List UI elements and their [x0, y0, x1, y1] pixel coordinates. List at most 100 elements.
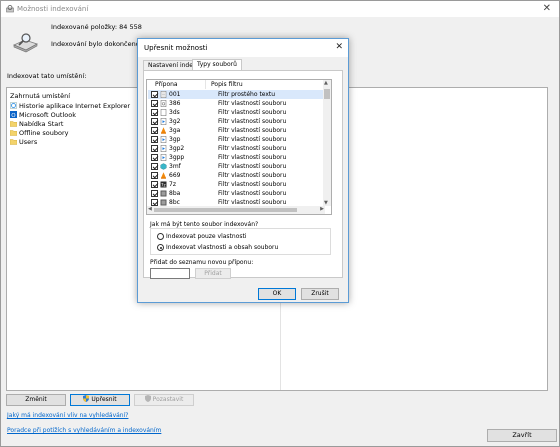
folder-icon	[10, 121, 17, 127]
add-button-label: Přidat	[204, 270, 222, 277]
window-close-icon[interactable]: ✕	[543, 3, 551, 14]
file-type-extension: 8ba	[169, 190, 181, 197]
file-type-row[interactable]: 001 Filtr prostého textu	[148, 90, 323, 99]
window-titlebar: Možnosti indexování ✕	[1, 1, 559, 17]
pause-button-label: Pozastavit	[152, 396, 184, 403]
file-type-checkbox[interactable]	[151, 91, 158, 98]
vertical-scroll-thumb[interactable]	[324, 89, 330, 99]
file-type-filter: Filtr vlastností souboru	[218, 136, 287, 143]
system-file-icon	[160, 100, 167, 107]
scroll-right-arrow-icon[interactable]: ▶	[320, 206, 324, 212]
included-locations-column-header[interactable]: Zahrnutá umístění	[10, 92, 70, 100]
svg-text:O: O	[11, 113, 16, 118]
file-type-row[interactable]: 3gp Filtr vlastností souboru	[148, 135, 323, 144]
dialog-close-icon[interactable]: ✕	[335, 42, 343, 52]
horizontal-scroll-thumb[interactable]	[154, 208, 297, 212]
how-indexing-affects-search-link[interactable]: Jaký má indexování vliv na vyhledávání?	[7, 412, 128, 419]
file-type-row[interactable]: 3g2 Filtr vlastností souboru	[148, 117, 323, 126]
file-type-checkbox[interactable]	[151, 145, 158, 152]
pause-button[interactable]: Pozastavit	[134, 394, 194, 406]
file-type-row[interactable]: 8ba Filtr vlastností souboru	[148, 189, 323, 198]
advanced-options-dialog: Upřesnit možnosti ✕ Nastavení indexu Typ…	[137, 38, 349, 303]
index-locations-heading: Indexovat tato umístění:	[7, 72, 87, 80]
location-item-ie-history[interactable]: Historie aplikace Internet Explorer	[10, 101, 130, 110]
file-type-row[interactable]: 3mf Filtr vlastností souboru	[148, 162, 323, 171]
file-type-filter: Filtr vlastností souboru	[218, 190, 287, 197]
blank-file-icon	[160, 109, 167, 116]
archive-file-icon: 7z	[160, 181, 167, 188]
how-to-index-label: Jak má být tento soubor indexován?	[150, 221, 259, 228]
vlc-file-icon	[161, 127, 166, 134]
vlc-file-icon	[161, 172, 166, 179]
file-type-extension: 3g2	[169, 118, 181, 125]
file-type-row[interactable]: 3gp2 Filtr vlastností souboru	[148, 144, 323, 153]
file-type-filter: Filtr prostého textu	[218, 91, 276, 98]
ok-button[interactable]: OK	[258, 288, 296, 300]
scroll-left-arrow-icon[interactable]: ◀	[148, 206, 152, 212]
index-properties-and-content-option[interactable]: Indexovat vlastnosti a obsah souboru	[157, 244, 278, 251]
file-type-checkbox[interactable]	[151, 136, 158, 143]
file-type-checkbox[interactable]	[151, 181, 158, 188]
indexing-status-text: Indexování bylo dokončeno.	[51, 40, 142, 48]
file-type-checkbox[interactable]	[151, 109, 158, 116]
image-file-icon	[160, 190, 167, 197]
file-type-checkbox[interactable]	[151, 172, 158, 179]
index-properties-only-option[interactable]: Indexovat pouze vlastnosti	[157, 233, 247, 240]
file-type-checkbox[interactable]	[151, 154, 158, 161]
uac-shield-icon	[83, 395, 90, 402]
location-item-offline-files[interactable]: Offline soubory	[10, 128, 69, 137]
dialog-titlebar: Upřesnit možnosti ✕	[138, 39, 348, 57]
close-button-label: Zavřít	[512, 431, 532, 439]
cancel-button[interactable]: Zrušit	[301, 288, 339, 300]
filter-column-header[interactable]: Popis filtru	[211, 81, 243, 88]
file-type-checkbox[interactable]	[151, 100, 158, 107]
file-type-checkbox[interactable]	[151, 127, 158, 134]
location-item-outlook[interactable]: O Microsoft Outlook	[10, 110, 76, 119]
file-type-filter: Filtr vlastností souboru	[218, 163, 287, 170]
file-type-extension: 3gp	[169, 136, 181, 143]
index-method-group: Indexovat pouze vlastnosti Indexovat vla…	[150, 228, 331, 255]
radio-label: Indexovat vlastnosti a obsah souboru	[166, 244, 279, 251]
file-types-horizontal-scrollbar[interactable]: ◀ ▶	[147, 206, 325, 214]
new-extension-input[interactable]	[150, 268, 190, 279]
extension-column-header[interactable]: Přípona	[155, 81, 178, 88]
file-type-extension: 669	[169, 172, 181, 179]
add-extension-button[interactable]: Přidat	[195, 268, 231, 279]
troubleshoot-search-link[interactable]: Poradce při potížích s vyhledáváním a in…	[7, 427, 161, 434]
file-type-extension: 3gp2	[169, 145, 185, 152]
file-type-row[interactable]: 3ds Filtr vlastností souboru	[148, 108, 323, 117]
location-label: Offline soubory	[19, 128, 69, 137]
file-type-row[interactable]: 386 Filtr vlastností souboru	[148, 99, 323, 108]
file-type-row[interactable]: 3gpp Filtr vlastností souboru	[148, 153, 323, 162]
radio-button[interactable]	[157, 233, 164, 240]
radio-button-selected[interactable]	[157, 244, 164, 251]
file-types-vertical-scrollbar[interactable]: ▲ ▼	[323, 80, 331, 206]
file-type-extension: 8bc	[169, 199, 180, 206]
close-button[interactable]: Zavřít	[487, 429, 557, 442]
file-type-row[interactable]: 7z 7z Filtr vlastností souboru	[148, 180, 323, 189]
file-type-filter: Filtr vlastností souboru	[218, 109, 287, 116]
file-type-checkbox[interactable]	[151, 118, 158, 125]
media-file-icon	[160, 145, 167, 152]
media-file-icon	[160, 154, 167, 161]
indexing-options-app-icon	[6, 5, 14, 13]
file-type-checkbox[interactable]	[151, 199, 158, 206]
file-type-row[interactable]: 3ga Filtr vlastností souboru	[148, 126, 323, 135]
file-type-extension: 001	[169, 91, 181, 98]
file-types-list[interactable]: Přípona Popis filtru 001 Filtr prostého …	[146, 79, 332, 215]
ok-button-label: OK	[272, 290, 282, 297]
add-extension-label: Přidat do seznamu novou příponu:	[150, 259, 254, 266]
file-type-filter: Filtr vlastností souboru	[218, 172, 287, 179]
scroll-up-arrow-icon[interactable]: ▲	[324, 80, 328, 86]
file-type-checkbox[interactable]	[151, 190, 158, 197]
file-type-checkbox[interactable]	[151, 163, 158, 170]
radio-label: Indexovat pouze vlastnosti	[166, 233, 247, 240]
file-type-row[interactable]: 669 Filtr vlastností souboru	[148, 171, 323, 180]
modify-button[interactable]: Změnit	[6, 394, 66, 406]
advanced-button[interactable]: Upřesnit	[70, 394, 130, 406]
file-type-filter: Filtr vlastností souboru	[218, 181, 287, 188]
media-file-icon	[160, 136, 167, 143]
file-type-extension: 386	[169, 100, 181, 107]
location-item-users[interactable]: Users	[10, 137, 37, 146]
location-item-start-menu[interactable]: Nabídka Start	[10, 119, 63, 128]
